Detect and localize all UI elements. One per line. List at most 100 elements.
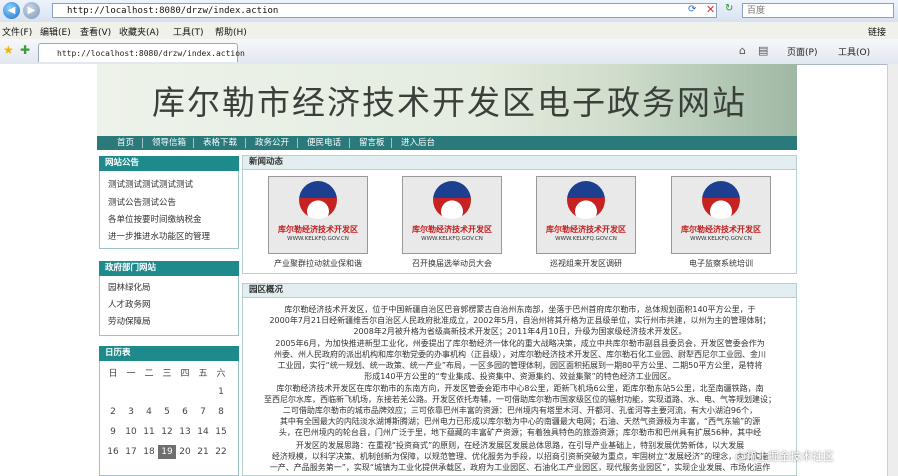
calendar-day[interactable]: 12 [158,425,176,439]
calendar-day-today[interactable]: 19 [158,445,176,459]
nav-guestbook[interactable]: 留言板 [359,137,385,149]
watermark: @稀土掘金技术社区 [735,450,834,463]
news-caption[interactable]: 产业聚群拉动就业保和谐 [263,258,373,269]
print-icon[interactable]: ▤ [758,44,768,57]
news-caption[interactable]: 电子监察系统培训 [666,258,776,269]
calendar-day[interactable]: 6 [176,405,194,419]
forward-icon[interactable]: ▶ [23,2,40,19]
news-caption[interactable]: 召开换届选举动员大会 [397,258,507,269]
weekday: 一 [126,368,136,379]
overview-line: 形成140平方公里的“专业集成、投资集中、资源集约、效益集聚”的特色经济工业园区… [364,372,676,381]
nav-forms-download[interactable]: 表格下载 [203,137,237,149]
logo-name: 库尔勒经济技术开发区 [412,225,492,234]
calendar-day[interactable]: 10 [122,425,140,439]
page-scrollbar[interactable] [887,64,898,476]
news-image[interactable]: 库尔勒经济技术开发区 WWW.KELKFQ.GOV.CN [671,176,771,254]
department-link[interactable]: 劳动保障局 [108,315,151,327]
menu-file[interactable]: 文件(F) [2,25,32,38]
calendar-day[interactable]: 1 [212,385,230,399]
nav-divider [391,138,392,148]
calendar-day[interactable]: 20 [176,445,194,459]
news-image[interactable]: 库尔勒经济技术开发区 WWW.KELKFQ.GOV.CN [268,176,368,254]
page-menu[interactable]: 页面(P) [787,45,817,58]
calendar-day[interactable]: 8 [212,405,230,419]
news-image[interactable]: 库尔勒经济技术开发区 WWW.KELKFQ.GOV.CN [402,176,502,254]
overview-line: 2008年2月被升格为省级高新技术开发区；2011年4月10日，升级为国家级经济… [353,327,687,336]
logo-name: 库尔勒经济技术开发区 [546,225,626,234]
overview-line: 州委、州人民政府的派出机构和库尔勒党委的办事机构（正县级），对库尔勒经济技术开发… [274,350,766,359]
calendar-day[interactable]: 21 [194,445,212,459]
nav-home[interactable]: 首页 [117,137,134,149]
nav-phone[interactable]: 便民电话 [307,137,341,149]
page-margin [0,64,97,476]
stop-icon[interactable]: ✕ [706,3,715,16]
calendar-day[interactable]: 16 [104,445,122,459]
nav-admin[interactable]: 进入后台 [401,137,435,149]
tab-bar: ★ ✚ http://localhost:8080/drzw/index.act… [0,39,898,65]
overview-line: 经济规模，以科学决策、机制创新为保障，以规范管理、优化服务为手段，以招商引资新突… [271,452,769,461]
calendar-day[interactable]: 9 [104,425,122,439]
notice-item[interactable]: 测试测试测试测试测试 [108,178,193,190]
menu-edit[interactable]: 编辑(E) [40,25,71,38]
home-icon[interactable]: ⌂ [739,44,746,57]
calendar-day[interactable] [122,385,140,399]
departments-box: 园林绿化局 人才政务网 劳动保障局 [99,276,239,336]
department-link[interactable]: 人才政务网 [108,298,151,310]
calendar-day[interactable]: 7 [194,405,212,419]
overview-line: 其中有全国最大的内陆淡水湖博斯腾湖；巴州电力已形成以库尔勒为中心的南疆最大电网；… [279,417,761,426]
calendar-week: 2345678 [104,405,230,419]
notice-item[interactable]: 各单位按要时间缴纳税金 [108,213,202,225]
logo-url: WWW.KELKFQ.GOV.CN [421,236,483,242]
logo-url: WWW.KELKFQ.GOV.CN [690,236,752,242]
calendar-table: 日一二三四五六 1 2345678 9 10 11 12 13 14 15 16 17 18 19… [104,365,230,459]
links-label[interactable]: 链接 [868,25,886,38]
url-input[interactable]: http://localhost:8080/drzw/index.action [52,3,717,18]
weekday: 六 [216,368,226,379]
calendar-weekday-row: 日一二三四五六 [104,365,230,379]
calendar-day[interactable] [176,385,194,399]
back-icon[interactable]: ◀ [3,2,20,19]
calendar-box: 日一二三四五六 1 2345678 9 10 11 12 13 14 15 16 17 18 19… [99,361,239,476]
notice-item[interactable]: 进一步推进水功能区的管理 [108,230,210,242]
calendar-day[interactable] [104,385,122,399]
menu-help[interactable]: 帮助(H) [215,25,247,38]
calendar-week: 9 10 11 12 13 14 15 [104,425,230,439]
refresh-icon[interactable]: ⟳ [688,4,696,15]
go-icon[interactable]: ↻ [725,3,733,14]
news-image[interactable]: 库尔勒经济技术开发区 WWW.KELKFQ.GOV.CN [536,176,636,254]
kelkfq-logo-icon [299,181,337,219]
search-input[interactable]: 百度 [742,3,894,18]
news-caption[interactable]: 巡视组来开发区调研 [531,258,641,269]
calendar-week: 1 [104,385,230,399]
add-favorite-icon[interactable]: ✚ [20,43,30,57]
calendar-day[interactable]: 15 [212,425,230,439]
calendar-day[interactable]: 13 [176,425,194,439]
department-link[interactable]: 园林绿化局 [108,281,151,293]
nav-leader-mailbox[interactable]: 领导信箱 [152,137,186,149]
calendar-day[interactable] [194,385,212,399]
tab-current[interactable]: http://localhost:8080/drzw/index.action [38,43,245,62]
calendar-day[interactable]: 11 [140,425,158,439]
notice-header: 网站公告 [99,156,239,171]
calendar-day[interactable]: 17 [122,445,140,459]
weekday: 四 [180,368,190,379]
calendar-day[interactable] [158,385,176,399]
calendar-day[interactable]: 14 [194,425,212,439]
menu-tools[interactable]: 工具(T) [173,25,204,38]
nav-gov-affairs[interactable]: 政务公开 [255,137,289,149]
weekday: 二 [144,368,154,379]
menu-favorites[interactable]: 收藏夹(A) [119,25,159,38]
favorites-star-icon[interactable]: ★ [3,43,14,57]
calendar-day[interactable] [140,385,158,399]
notice-item[interactable]: 测试公告测试公告 [108,196,176,208]
tools-menu[interactable]: 工具(O) [838,45,870,58]
calendar-day[interactable]: 2 [104,405,122,419]
calendar-day[interactable]: 5 [158,405,176,419]
calendar-day[interactable]: 18 [140,445,158,459]
nav-divider [193,138,194,148]
calendar-day[interactable]: 4 [140,405,158,419]
calendar-day[interactable]: 22 [212,445,230,459]
overview-line: 库尔勒经济技术开发区，位于中国新疆自治区巴音郭楞蒙古自治州东南部，坐落于巴州首府… [284,305,756,314]
calendar-day[interactable]: 3 [122,405,140,419]
menu-view[interactable]: 查看(V) [80,25,111,38]
